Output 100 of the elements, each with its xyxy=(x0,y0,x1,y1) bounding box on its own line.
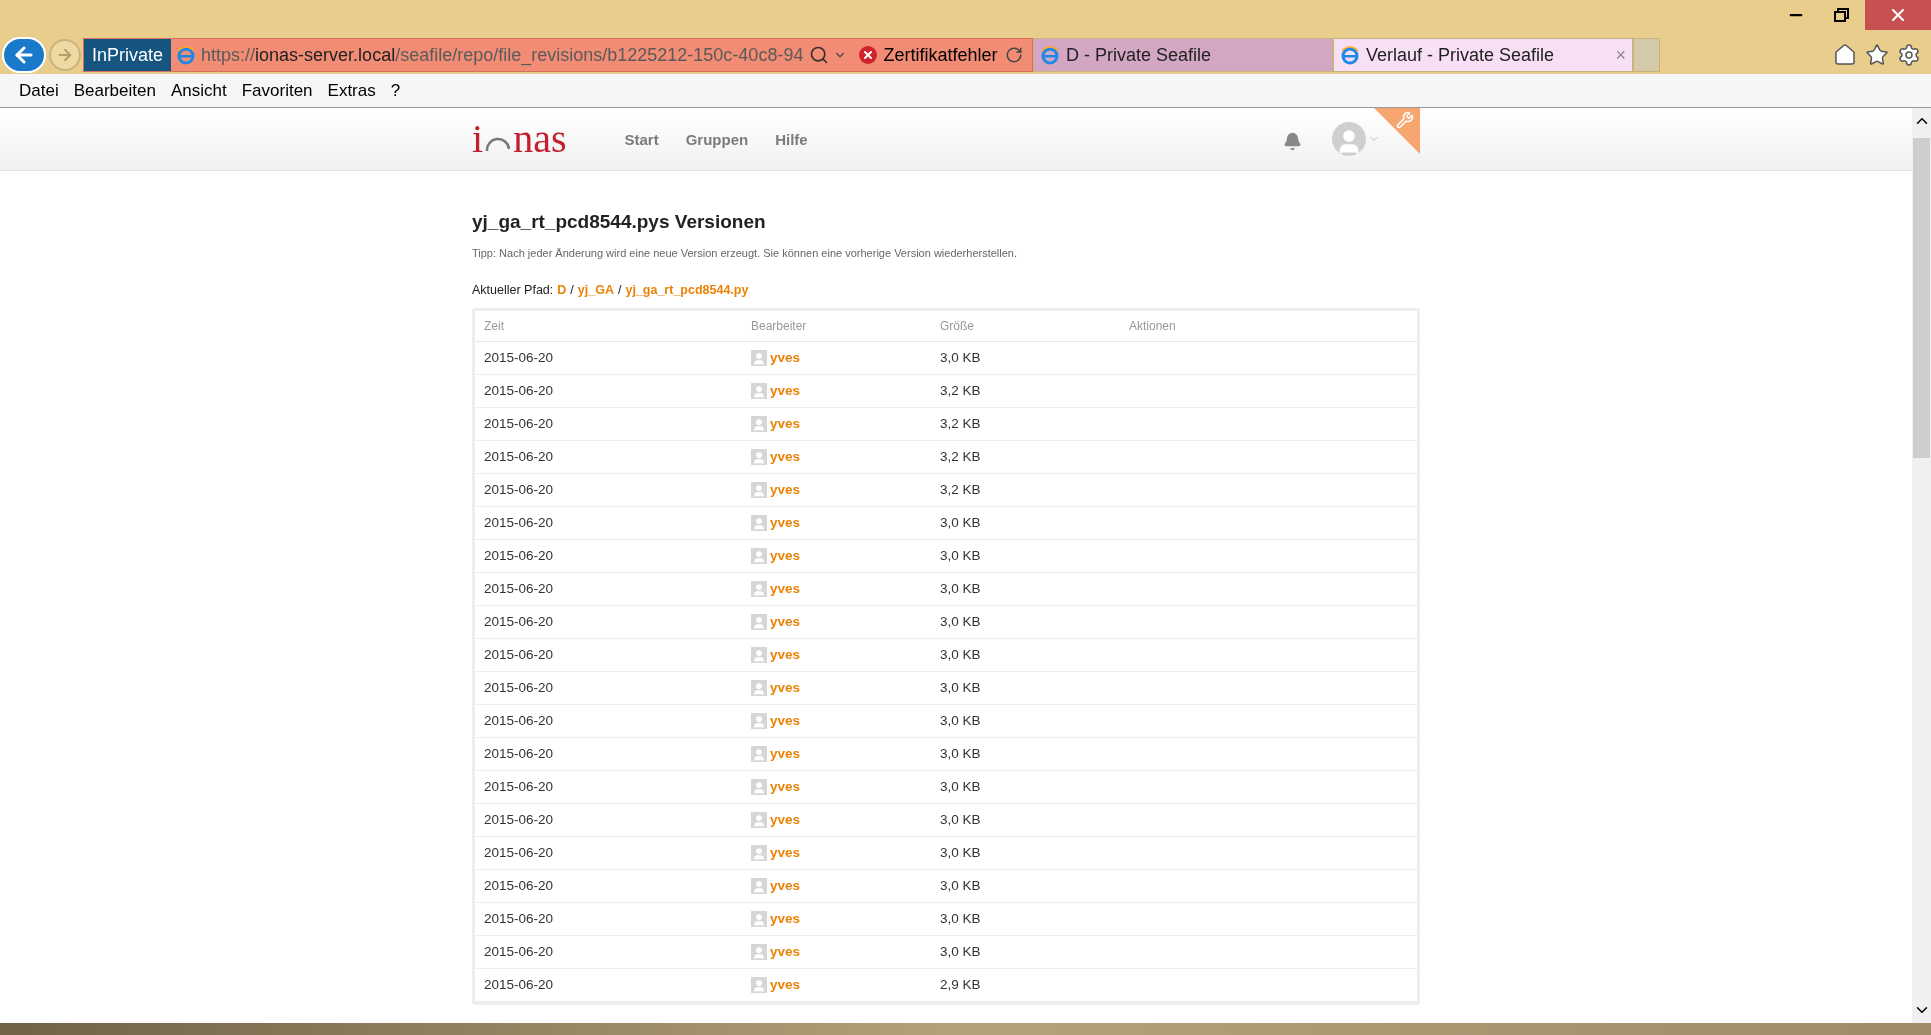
editor-link[interactable]: yves xyxy=(770,545,801,566)
size-cell-text: 3,0 KB xyxy=(940,348,982,367)
editor-link[interactable]: yves xyxy=(770,380,801,401)
search-icon[interactable] xyxy=(809,45,830,65)
user-avatar-icon xyxy=(751,844,767,861)
editor-link[interactable]: yves xyxy=(770,743,801,764)
date-cell-text: 2015-06-20 xyxy=(483,909,555,928)
date-cell-text: 2015-06-20 xyxy=(483,678,555,697)
column-header: Größe xyxy=(940,317,975,335)
browser-e-icon xyxy=(1040,45,1060,65)
menu-item[interactable]: Datei xyxy=(19,77,59,104)
user-avatar-icon xyxy=(751,778,767,795)
user-avatar-icon xyxy=(751,811,767,828)
editor-link[interactable]: yves xyxy=(770,446,801,467)
size-cell-text: 3,0 KB xyxy=(940,909,982,928)
size-cell-text: 3,0 KB xyxy=(940,612,982,631)
editor-link[interactable]: yves xyxy=(770,941,801,962)
column-header: Aktionen xyxy=(1129,317,1177,335)
date-cell-text: 2015-06-20 xyxy=(483,447,555,466)
nav-link[interactable]: Gruppen xyxy=(685,128,749,152)
date-cell-text: 2015-06-20 xyxy=(483,975,555,994)
editor-link[interactable]: yves xyxy=(770,908,801,929)
editor-link[interactable]: yves xyxy=(770,578,801,599)
user-avatar-icon xyxy=(751,580,767,597)
user-avatar-icon xyxy=(751,481,767,498)
menu-item[interactable]: Bearbeiten xyxy=(73,77,156,104)
menu-item[interactable]: Favoriten xyxy=(241,77,313,104)
address-bar[interactable]: InPrivate https://ionas-server.local/seafile/repo/file_revisions/b1225212-150c-40c8-94 Zertifikatfehler xyxy=(83,38,1033,72)
path-separator: / xyxy=(570,282,574,299)
editor-link[interactable]: yves xyxy=(770,611,801,632)
notification-bell-icon[interactable] xyxy=(1283,131,1302,151)
date-cell-text: 2015-06-20 xyxy=(483,546,555,565)
user-avatar-icon xyxy=(751,646,767,663)
editor-link[interactable]: yves xyxy=(770,875,801,896)
editor-link[interactable]: yves xyxy=(770,347,801,368)
size-cell-text: 3,0 KB xyxy=(940,678,982,697)
nav-link[interactable]: Hilfe xyxy=(775,128,808,152)
editor-link[interactable]: yves xyxy=(770,842,801,863)
inprivate-badge: InPrivate xyxy=(84,39,172,71)
back-button[interactable] xyxy=(2,37,46,73)
editor-link[interactable]: yves xyxy=(770,644,801,665)
menu-item[interactable]: Ansicht xyxy=(170,77,227,104)
date-cell-text: 2015-06-20 xyxy=(483,513,555,532)
path-label: Aktueller Pfad: xyxy=(472,282,554,299)
scrollbar-thumb[interactable] xyxy=(1913,138,1930,458)
scrollbar[interactable] xyxy=(1912,108,1931,1023)
close-button[interactable] xyxy=(1865,0,1931,30)
editor-link[interactable]: yves xyxy=(770,413,801,434)
user-avatar-icon xyxy=(751,943,767,960)
user-avatar-icon xyxy=(751,349,767,366)
breadcrumb-link[interactable]: D xyxy=(557,281,567,300)
size-cell-text: 3,2 KB xyxy=(940,480,982,499)
user-avatar-icon xyxy=(751,613,767,630)
favorites-star-icon[interactable] xyxy=(1865,43,1889,67)
breadcrumb-link[interactable]: yj_GA xyxy=(577,281,614,300)
date-cell-text: 2015-06-20 xyxy=(483,810,555,829)
settings-icon[interactable] xyxy=(1897,43,1921,67)
date-cell-text: 2015-06-20 xyxy=(483,579,555,598)
size-cell-text: 3,0 KB xyxy=(940,744,982,763)
logo[interactable]: i nas xyxy=(472,119,567,159)
column-header: Zeit xyxy=(483,317,505,335)
menu-item[interactable]: ? xyxy=(390,77,401,104)
user-avatar-icon xyxy=(751,976,767,993)
editor-link[interactable]: yves xyxy=(770,776,801,797)
date-cell-text: 2015-06-20 xyxy=(483,645,555,664)
date-cell-text: 2015-06-20 xyxy=(483,612,555,631)
home-icon[interactable] xyxy=(1833,43,1857,67)
tab-close-button[interactable]: × xyxy=(1615,41,1626,69)
date-cell-text: 2015-06-20 xyxy=(483,480,555,499)
user-avatar-icon xyxy=(751,382,767,399)
page-title: yj_ga_rt_pcd8544.pys Versionen xyxy=(472,210,767,234)
date-cell-text: 2015-06-20 xyxy=(483,711,555,730)
size-cell-text: 3,0 KB xyxy=(940,942,982,961)
date-cell-text: 2015-06-20 xyxy=(483,843,555,862)
restore-icon[interactable] xyxy=(1834,8,1850,22)
user-avatar-icon xyxy=(751,415,767,432)
date-cell-text: 2015-06-20 xyxy=(483,942,555,961)
browser-tab[interactable]: D - Private Seafile xyxy=(1033,38,1333,72)
breadcrumb-link[interactable]: yj_ga_rt_pcd8544.py xyxy=(625,281,749,300)
editor-link[interactable]: yves xyxy=(770,479,801,500)
certificate-error-label[interactable]: Zertifikatfehler xyxy=(883,41,998,69)
editor-link[interactable]: yves xyxy=(770,710,801,731)
size-cell-text: 3,0 KB xyxy=(940,810,982,829)
refresh-icon[interactable] xyxy=(1005,46,1024,64)
tip-text: Tipp: Nach jeder Änderung wird eine neue Version erzeugt. Sie können eine vorherige Version wiederherstellen. xyxy=(472,245,1019,261)
menu-item[interactable]: Extras xyxy=(327,77,376,104)
editor-link[interactable]: yves xyxy=(770,974,801,995)
nav-link[interactable]: Start xyxy=(624,128,659,152)
size-cell-text: 3,0 KB xyxy=(940,843,982,862)
editor-link[interactable]: yves xyxy=(770,512,801,533)
path-separator: / xyxy=(617,282,622,299)
user-avatar-icon xyxy=(751,712,767,729)
tab-title: Verlauf - Private Seafile xyxy=(1366,43,1556,67)
user-avatar-icon xyxy=(751,547,767,564)
editor-link[interactable]: yves xyxy=(770,809,801,830)
certificate-error-icon xyxy=(859,46,878,64)
user-avatar-icon xyxy=(751,514,767,531)
browser-tab[interactable]: Verlauf - Private Seafile × xyxy=(1333,38,1633,72)
user-avatar-icon xyxy=(751,877,767,894)
editor-link[interactable]: yves xyxy=(770,677,801,698)
